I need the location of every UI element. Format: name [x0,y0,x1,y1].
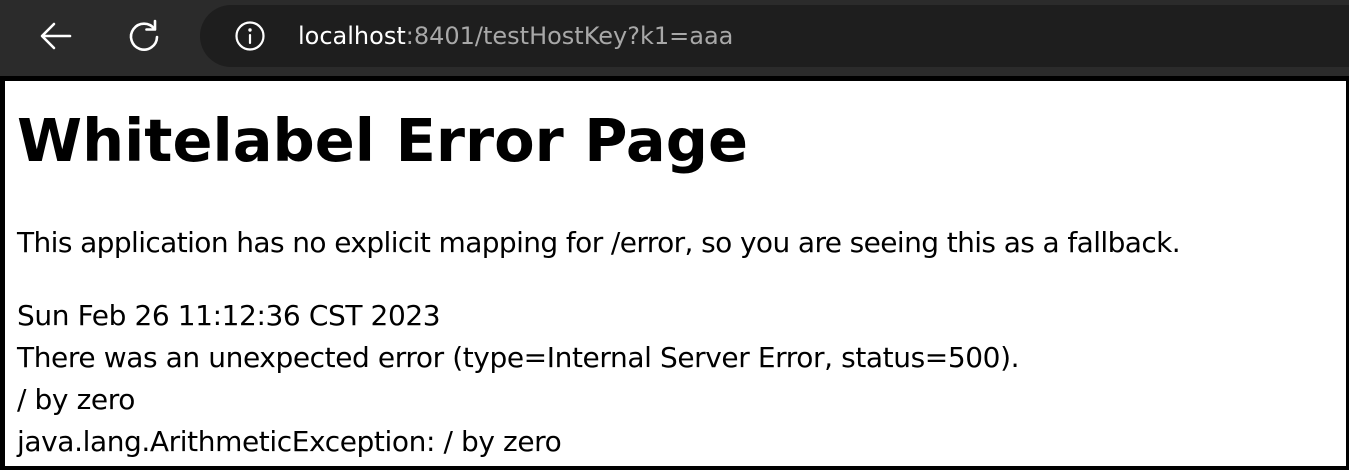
url-host: localhost [298,22,406,50]
back-button[interactable] [30,10,82,62]
url-text[interactable]: localhost:8401/testHostKey?k1=aaa [298,19,733,53]
explanation-text: This application has no explicit mapping… [17,226,1181,259]
url-path: :8401/testHostKey?k1=aaa [405,22,734,50]
error-summary: There was an unexpected error (type=Inte… [17,341,1020,374]
address-bar[interactable]: localhost:8401/testHostKey?k1=aaa [200,5,1349,67]
browser-toolbar: localhost:8401/testHostKey?k1=aaa [0,0,1349,76]
page-content: Whitelabel Error Page This application h… [3,79,1348,468]
reload-button[interactable] [118,10,170,62]
reload-icon [129,19,159,51]
info-icon[interactable] [234,20,266,52]
page-title: Whitelabel Error Page [17,106,748,175]
timestamp: Sun Feb 26 11:12:36 CST 2023 [17,299,441,332]
error-details: Sun Feb 26 11:12:36 CST 2023 There was a… [17,295,1019,463]
exception-text: java.lang.ArithmeticException: / by zero [17,425,562,458]
error-message: / by zero [17,383,135,416]
arrow-left-icon [40,22,72,50]
